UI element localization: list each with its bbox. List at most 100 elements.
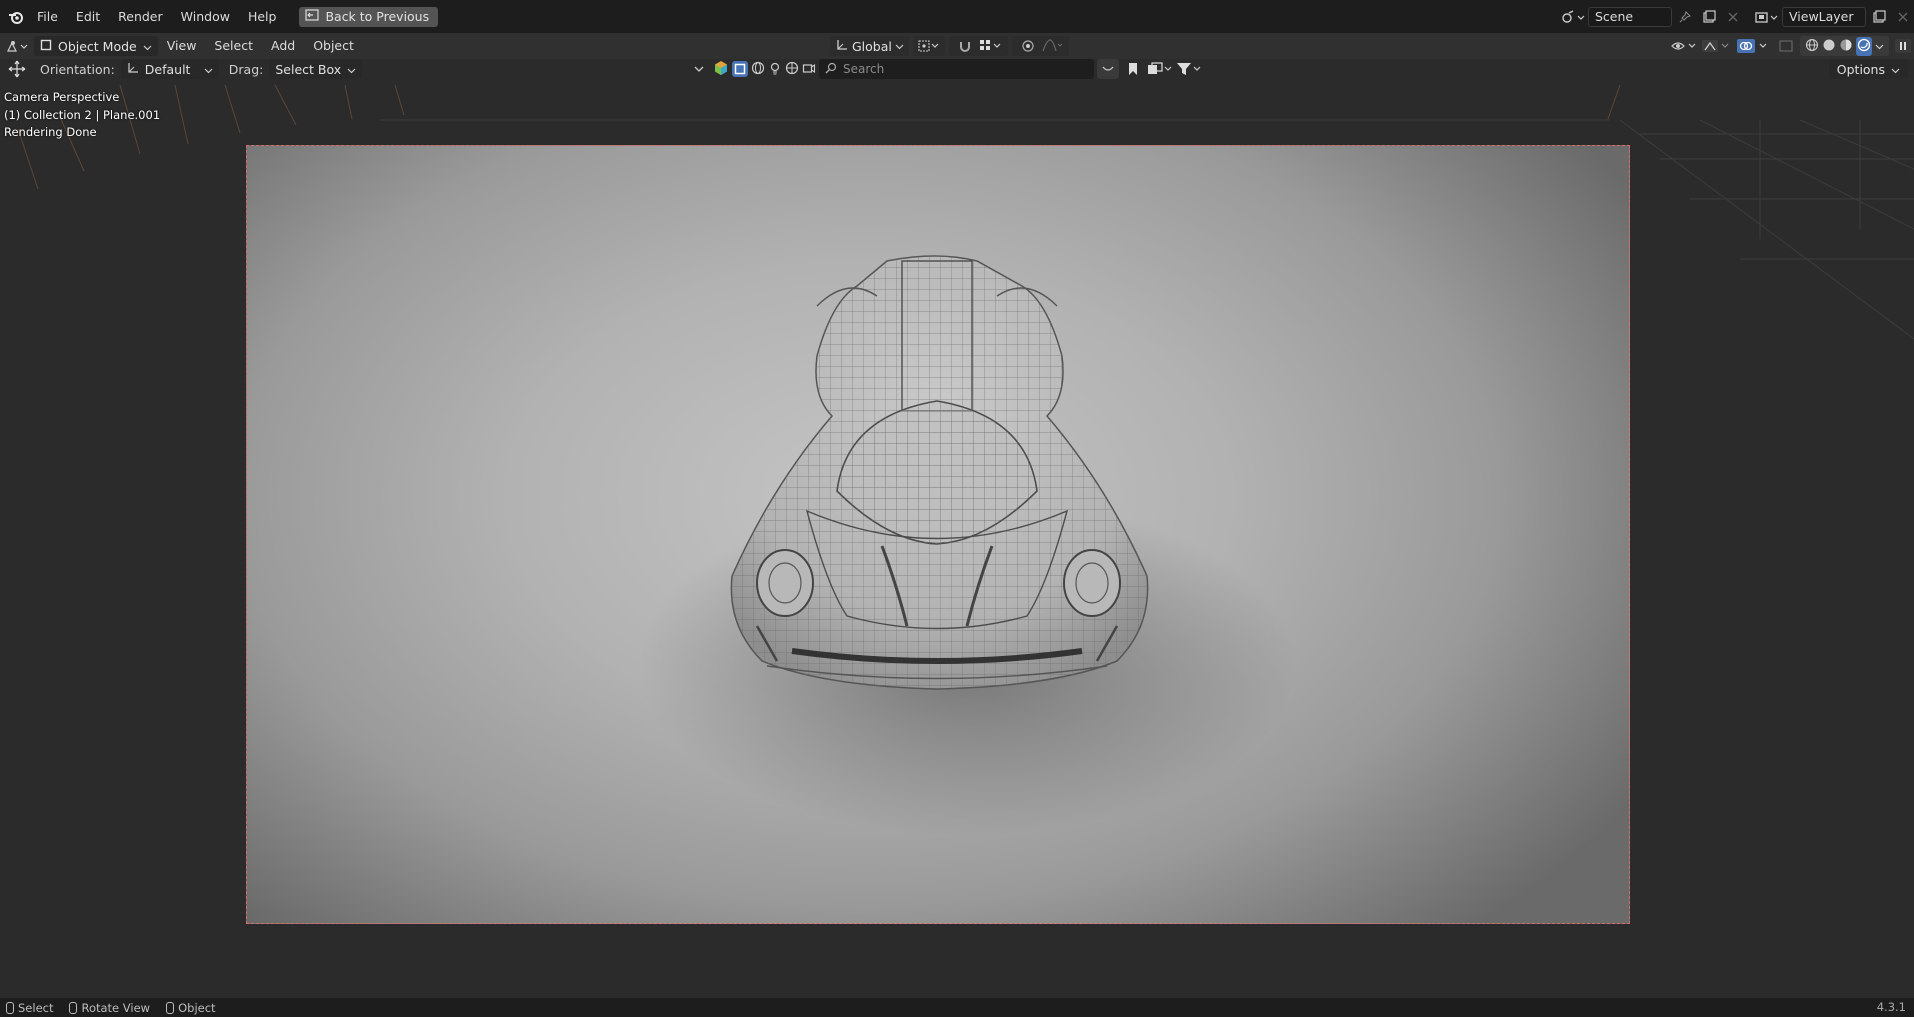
menu-edit[interactable]: Edit [67, 0, 109, 33]
object-mode-dropdown[interactable]: Object Mode [34, 36, 158, 56]
orientation-axis-icon [835, 38, 849, 55]
new-collection-icon[interactable] [1147, 59, 1173, 79]
view-layer-browse-icon[interactable] [1754, 7, 1780, 27]
outliner-search-field[interactable]: Search [819, 59, 1094, 79]
blender-logo-icon[interactable] [4, 5, 28, 29]
viewport-info-overlay: Camera Perspective (1) Collection 2 | Pl… [4, 89, 160, 142]
collapse-chevron-icon[interactable] [688, 59, 710, 79]
mouse-right-icon [166, 1001, 175, 1014]
select-box-mode-icon[interactable] [732, 61, 748, 77]
camera-type-icon[interactable] [802, 61, 816, 78]
delete-view-layer-icon[interactable] [1892, 7, 1914, 27]
menu-select[interactable]: Select [205, 33, 262, 59]
options-label: Options [1836, 61, 1885, 77]
overlays-toggle-icon[interactable] [1736, 36, 1772, 56]
proportional-editing-icon[interactable] [1017, 36, 1039, 56]
bookmark-icon[interactable] [1122, 59, 1144, 79]
object-mode-label: Object Mode [58, 38, 137, 54]
selectability-filter-tools: Search [688, 59, 1202, 79]
chevron-down-icon [1891, 62, 1900, 77]
pivot-point-dropdown[interactable] [912, 36, 945, 56]
workspace-scene-controls: Scene ViewLayer [1560, 0, 1914, 33]
drag-label: Drag: [228, 61, 264, 77]
status-bar: Select Rotate View Object 4.3.1 [0, 998, 1914, 1017]
menu-help[interactable]: Help [239, 0, 286, 33]
orientation-axis-icon [127, 62, 139, 77]
editor-type-icon[interactable] [6, 36, 30, 56]
object-visibility-icon[interactable] [1670, 36, 1698, 56]
viewport-header: Object Mode View Select Add Object Globa… [0, 33, 1914, 59]
view-type-text: Camera Perspective [4, 90, 120, 104]
back-button-label: Back to Previous [325, 9, 430, 24]
delete-scene-icon[interactable] [1722, 7, 1744, 27]
falloff-curve-icon[interactable] [1042, 36, 1064, 56]
viewport-display-tools [1670, 36, 1914, 56]
options-dropdown[interactable]: Options [1828, 59, 1908, 79]
scene-name: Scene [1595, 9, 1634, 24]
back-to-previous-button[interactable]: Back to Previous [299, 6, 439, 27]
menu-view[interactable]: View [158, 33, 206, 59]
render-status-text: Rendering Done [4, 125, 97, 139]
drag-value: Select Box [275, 61, 342, 77]
rendered-shading-icon[interactable] [1856, 36, 1872, 56]
material-preview-shading-icon[interactable] [1839, 38, 1853, 55]
shading-mode-group [1800, 36, 1889, 56]
mouse-left-icon [6, 1001, 14, 1014]
world-type-icon[interactable] [785, 61, 799, 78]
proportional-editing-group [1011, 36, 1069, 56]
menu-add[interactable]: Add [262, 33, 304, 59]
view-layer-field[interactable]: ViewLayer [1782, 6, 1866, 27]
status-object-label: Object [178, 1000, 216, 1015]
mouse-middle-icon [69, 1001, 78, 1014]
sphere-type-icon[interactable] [751, 61, 765, 78]
chevron-down-icon [204, 62, 213, 77]
scene-name-field[interactable]: Scene [1588, 6, 1672, 27]
pin-icon[interactable] [1674, 7, 1696, 27]
new-view-layer-icon[interactable] [1868, 7, 1890, 27]
filter-funnel-icon[interactable] [1176, 59, 1202, 79]
snap-group [948, 36, 1008, 56]
wireframe-shading-icon[interactable] [1805, 38, 1819, 55]
scene-browse-icon[interactable] [1560, 7, 1586, 27]
orientation-dropdown[interactable]: Default [120, 59, 219, 79]
status-rotate-hint: Rotate View [69, 1001, 150, 1015]
snap-increment-icon[interactable] [979, 36, 1003, 56]
status-select-hint: Select [6, 1001, 53, 1015]
move-tool-icon[interactable] [6, 59, 28, 79]
search-placeholder: Search [843, 62, 885, 76]
new-scene-icon[interactable] [1698, 7, 1720, 27]
light-type-icon[interactable] [768, 61, 782, 78]
orientation-label: Orientation: [40, 61, 115, 77]
tool-settings-bar: Orientation: Default Drag: Select Box Se… [0, 59, 1914, 79]
object-mode-icon [40, 39, 52, 54]
camera-frame-render[interactable] [246, 145, 1630, 924]
transform-orientation-label: Global [852, 38, 892, 54]
xray-toggle-icon[interactable] [1775, 36, 1797, 56]
menu-render[interactable]: Render [109, 0, 172, 33]
version-label: 4.3.1 [1876, 1000, 1906, 1014]
status-object-hint: Object [166, 1000, 216, 1015]
menu-file[interactable]: File [28, 0, 67, 33]
gizmo-toggle-icon[interactable] [1701, 36, 1733, 56]
back-icon [305, 9, 320, 24]
menu-window[interactable]: Window [172, 0, 239, 33]
pause-render-icon[interactable] [1892, 36, 1914, 56]
object-type-mesh-icon[interactable] [713, 60, 729, 79]
top-menu-bar: File Edit Render Window Help Back to Pre… [0, 0, 1914, 33]
status-rotate-label: Rotate View [81, 1000, 151, 1015]
orientation-value: Default [144, 61, 191, 77]
view-layer-name: ViewLayer [1789, 9, 1854, 24]
transform-orientation-dropdown[interactable]: Global [830, 36, 909, 56]
collapse-icon[interactable] [1097, 59, 1119, 79]
snap-magnet-icon[interactable] [954, 36, 976, 56]
solid-shading-icon[interactable] [1822, 38, 1836, 55]
active-object-text: (1) Collection 2 | Plane.001 [4, 107, 161, 122]
chevron-down-icon[interactable] [1875, 39, 1884, 53]
chevron-down-icon [347, 62, 356, 77]
status-select-label: Select [18, 1000, 54, 1015]
car-wireframe-render [637, 255, 1297, 836]
drag-dropdown[interactable]: Select Box [269, 59, 363, 79]
chevron-down-icon [143, 39, 152, 54]
search-icon [825, 62, 837, 77]
menu-object[interactable]: Object [304, 33, 363, 59]
